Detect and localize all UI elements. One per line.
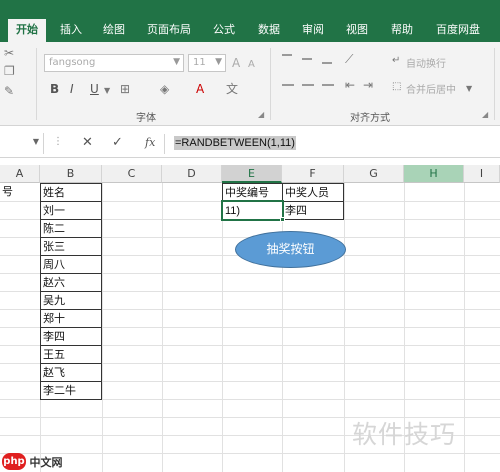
merge-icon[interactable]: ⬚ <box>392 80 401 94</box>
italic-button[interactable]: I <box>70 82 74 96</box>
align-top-icon[interactable] <box>282 54 292 56</box>
name-cell[interactable]: 郑十 <box>40 309 102 328</box>
increase-font-icon[interactable]: A <box>232 56 240 70</box>
wrap-text-icon[interactable]: ↵ <box>392 54 400 68</box>
title-bar <box>0 0 500 16</box>
orientation-icon[interactable]: ⟋ <box>345 52 353 66</box>
tab-draw[interactable]: 绘图 <box>103 21 125 37</box>
enter-button[interactable]: ✓ <box>112 135 123 150</box>
merge-center-button[interactable]: 合并后居中 <box>406 81 456 96</box>
separator <box>270 48 271 120</box>
column-header-g[interactable]: G <box>344 165 404 183</box>
chevron-down-icon[interactable]: ▼ <box>466 82 472 96</box>
chevron-down-icon[interactable]: ▼ <box>104 84 110 98</box>
ribbon-home: ✂ ❐ ✎ fangsong ▼ 11 ▼ A A B I U ▼ ⊞ ◈ A … <box>0 42 500 126</box>
font-name-value: fangsong <box>49 57 96 68</box>
separator <box>164 134 165 154</box>
font-name-select[interactable]: fangsong ▼ <box>44 54 184 72</box>
column-header-i[interactable]: I <box>464 165 500 183</box>
tab-home[interactable]: 开始 <box>8 19 46 42</box>
chevron-down-icon: ▼ <box>215 57 222 67</box>
name-cell[interactable]: 张三 <box>40 237 102 256</box>
tab-data[interactable]: 数据 <box>258 21 280 37</box>
fill-handle[interactable] <box>280 217 285 222</box>
dialog-launcher-icon[interactable]: ◢ <box>482 110 488 119</box>
logo-badge: php <box>2 453 26 470</box>
tab-view[interactable]: 视图 <box>346 21 368 37</box>
name-cell[interactable]: 李四 <box>40 327 102 346</box>
border-icon[interactable]: ⊞ <box>120 82 130 96</box>
tab-help[interactable]: 帮助 <box>391 21 413 37</box>
cell-a1[interactable]: 号 <box>0 183 40 201</box>
name-cell[interactable]: 吴九 <box>40 291 102 310</box>
cell-f2[interactable]: 李四 <box>282 201 344 220</box>
name-cell[interactable]: 李二牛 <box>40 381 102 400</box>
draw-lottery-button[interactable]: 抽奖按钮 <box>235 231 346 268</box>
name-cell[interactable]: 赵六 <box>40 273 102 292</box>
column-header-b[interactable]: B <box>40 165 102 183</box>
site-logo: php 中文网 <box>2 453 63 470</box>
copy-icon[interactable]: ❐ <box>4 64 15 78</box>
alignment-group-label: 对齐方式 <box>350 113 390 124</box>
decrease-font-icon[interactable]: A <box>248 58 255 72</box>
name-cell[interactable]: 陈二 <box>40 219 102 238</box>
font-size-value: 11 <box>193 57 206 68</box>
formula-input[interactable]: =RANDBETWEEN(1,11) <box>174 136 296 150</box>
tab-page-layout[interactable]: 页面布局 <box>147 21 191 37</box>
column-header-c[interactable]: C <box>102 165 162 183</box>
ribbon-tab-bar: 开始 插入 绘图 页面布局 公式 数据 审阅 视图 帮助 百度网盘 <box>0 16 500 42</box>
logo-text: 中文网 <box>29 455 63 469</box>
name-cell[interactable]: 王五 <box>40 345 102 364</box>
more-icon: ⋮ <box>53 136 63 147</box>
name-cell[interactable]: 赵飞 <box>40 363 102 382</box>
align-left-icon[interactable] <box>282 84 294 86</box>
tab-baidu-netdisk[interactable]: 百度网盘 <box>436 21 480 37</box>
cell-b1[interactable]: 姓名 <box>40 183 102 202</box>
column-header-e[interactable]: E <box>222 165 282 183</box>
cancel-button[interactable]: ✕ <box>82 135 93 150</box>
name-cell[interactable]: 刘一 <box>40 201 102 220</box>
watermark: 软件技巧 <box>352 420 457 449</box>
separator <box>36 48 37 120</box>
active-cell-selection <box>221 200 284 221</box>
tab-formulas[interactable]: 公式 <box>213 21 235 37</box>
align-right-icon[interactable] <box>322 84 334 86</box>
column-header-f[interactable]: F <box>282 165 344 183</box>
align-bottom-icon[interactable] <box>322 62 332 64</box>
underline-button[interactable]: U <box>90 82 99 96</box>
fill-color-icon[interactable]: ◈ <box>160 82 169 96</box>
grid-line <box>0 453 500 454</box>
chevron-down-icon: ▼ <box>32 137 39 146</box>
column-header-a[interactable]: A <box>0 165 40 183</box>
formula-bar: ▼ ⋮ ✕ ✓ fx =RANDBETWEEN(1,11) <box>0 130 500 158</box>
align-center-icon[interactable] <box>302 84 314 86</box>
tab-review[interactable]: 审阅 <box>302 21 324 37</box>
format-painter-icon[interactable]: ✎ <box>4 84 14 98</box>
font-group-label: 字体 <box>136 113 156 124</box>
indent-icon[interactable]: ⇤ <box>345 78 355 92</box>
column-header-d[interactable]: D <box>162 165 222 183</box>
tab-insert[interactable]: 插入 <box>60 21 82 37</box>
font-color-icon[interactable]: A <box>196 82 204 96</box>
name-cell[interactable]: 周八 <box>40 255 102 274</box>
font-size-select[interactable]: 11 ▼ <box>188 54 226 72</box>
cut-icon[interactable]: ✂ <box>4 46 14 60</box>
cell-f1[interactable]: 中奖人员 <box>282 183 344 202</box>
outdent-icon[interactable]: ⇥ <box>363 78 373 92</box>
phonetic-icon[interactable]: 文 <box>226 82 238 96</box>
wrap-text-button[interactable]: 自动换行 <box>406 55 446 70</box>
separator <box>494 48 495 120</box>
column-header-h[interactable]: H <box>404 165 464 183</box>
name-box[interactable]: ▼ <box>0 133 44 154</box>
dialog-launcher-icon[interactable]: ◢ <box>258 110 264 119</box>
align-middle-icon[interactable] <box>302 58 312 60</box>
insert-function-button[interactable]: fx <box>145 136 155 149</box>
chevron-down-icon: ▼ <box>173 57 180 67</box>
bold-button[interactable]: B <box>50 82 59 96</box>
